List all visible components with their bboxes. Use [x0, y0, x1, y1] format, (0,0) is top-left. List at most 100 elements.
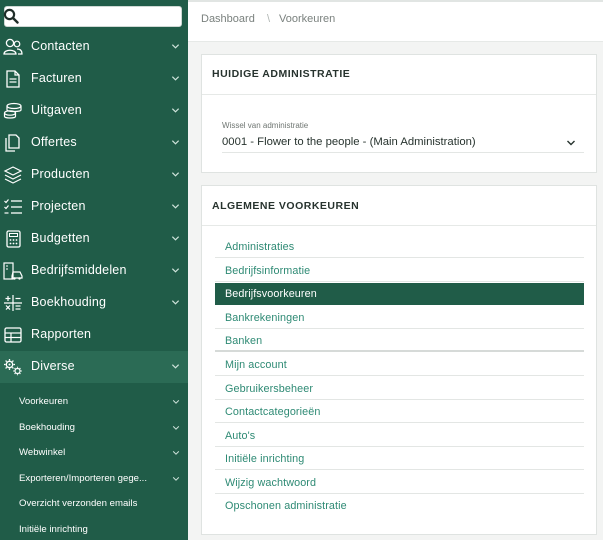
sidebar-item-projecten[interactable]: Projecten — [0, 191, 188, 223]
card-title: ALGEMENE VOORKEUREN — [212, 200, 360, 212]
subitem-overzicht-emails[interactable]: Overzicht verzonden emails — [0, 491, 188, 516]
reports-icon — [4, 327, 22, 343]
pref-label: Banken — [225, 335, 263, 347]
subitem-webwinkel[interactable]: Webwinkel — [0, 440, 188, 465]
sidebar-item-producten[interactable]: Producten — [0, 159, 188, 191]
pref-gebruikersbeheer[interactable]: Gebruikersbeheer — [215, 378, 584, 400]
pref-label: Mijn account — [225, 359, 287, 371]
sidebar-item-uitgaven[interactable]: Uitgaven — [0, 95, 188, 127]
chevron-down-icon — [172, 451, 180, 455]
pref-label: Bedrijfsinformatie — [225, 265, 311, 277]
budget-icon — [6, 230, 21, 248]
chevron-down-icon — [171, 268, 180, 273]
chevron-down-icon — [171, 44, 180, 49]
subitem-label: Initiële inrichting — [19, 524, 88, 535]
pref-banken[interactable]: Banken — [215, 330, 584, 352]
chevron-down-icon — [171, 364, 180, 369]
sidebar-item-contacten[interactable]: Contacten — [0, 31, 188, 63]
pref-initiele-inrichting[interactable]: Initiële inrichting — [215, 448, 584, 470]
chevron-down-icon — [171, 108, 180, 113]
quotes-icon — [5, 134, 20, 152]
subitem-label: Overzicht verzonden emails — [19, 498, 138, 509]
sidebar-item-bedrijfsmiddelen[interactable]: Bedrijfsmiddelen — [0, 255, 188, 287]
sidebar-item-label: Bedrijfsmiddelen — [31, 263, 127, 277]
chevron-down-icon — [567, 140, 575, 146]
subitem-label: Exporteren/Importeren gege... — [19, 473, 147, 484]
pref-autos[interactable]: Auto's — [215, 425, 584, 447]
card-header: ALGEMENE VOORKEUREN — [202, 186, 596, 226]
subitem-label: Voorkeuren — [19, 396, 69, 407]
projects-icon — [4, 199, 22, 214]
sidebar-item-label: Contacten — [31, 39, 90, 53]
pref-mijn-account[interactable]: Mijn account — [215, 354, 584, 376]
subitem-boekhouding[interactable]: Boekhouding — [0, 415, 188, 440]
pref-label: Administraties — [225, 241, 295, 253]
pref-bedrijfsinformatie[interactable]: Bedrijfsinformatie — [215, 260, 584, 282]
pref-bankrekeningen[interactable]: Bankrekeningen — [215, 307, 584, 329]
expenses-icon — [3, 102, 22, 119]
current-administration-card: HUIDIGE ADMINISTRATIE Wissel van adminis… — [201, 54, 597, 173]
sidebar-item-facturen[interactable]: Facturen — [0, 63, 188, 95]
sidebar-item-diverse[interactable]: Diverse — [0, 351, 188, 383]
sidebar-item-label: Projecten — [31, 199, 86, 213]
main-content: Dashboard \ Voorkeuren HUIDIGE ADMINISTR… — [188, 0, 603, 540]
subitem-exporteren-importeren[interactable]: Exporteren/Importeren gege... — [0, 466, 188, 491]
sidebar-item-label: Uitgaven — [31, 103, 82, 117]
general-preferences-card: ALGEMENE VOORKEUREN Administraties Bedri… — [201, 185, 597, 535]
field-label: Wissel van administratie — [222, 121, 309, 130]
sidebar-item-label: Diverse — [31, 359, 75, 373]
sidebar-item-boekhouding[interactable]: Boekhouding — [0, 287, 188, 319]
chevron-down-icon — [171, 140, 180, 145]
invoice-icon — [6, 70, 20, 88]
search-box — [0, 3, 184, 29]
pref-administraties[interactable]: Administraties — [215, 236, 584, 258]
pref-label: Wijzig wachtwoord — [225, 477, 317, 489]
accounting-icon — [4, 295, 22, 311]
pref-bedrijfsvoorkeuren[interactable]: Bedrijfsvoorkeuren — [215, 283, 584, 305]
chevron-down-icon — [172, 400, 180, 404]
breadcrumb-current: Voorkeuren — [279, 13, 336, 25]
card-title: HUIDIGE ADMINISTRATIE — [212, 68, 351, 80]
pref-wijzig-wachtwoord[interactable]: Wijzig wachtwoord — [215, 472, 584, 494]
subitem-label: Boekhouding — [19, 422, 76, 433]
pref-opschonen-administratie[interactable]: Opschonen administratie — [215, 495, 584, 517]
breadcrumb-separator: \ — [267, 13, 271, 25]
breadcrumb-dashboard[interactable]: Dashboard — [201, 13, 255, 25]
administration-select-value: 0001 - Flower to the people - (Main Admi… — [222, 136, 476, 148]
pref-label: Initiële inrichting — [225, 453, 305, 465]
pref-label: Auto's — [225, 430, 256, 442]
gears-icon — [4, 359, 22, 376]
subitem-initiele-inrichting[interactable]: Initiële inrichting — [0, 517, 188, 540]
pref-label: Gebruikersbeheer — [225, 383, 314, 395]
sidebar-item-budgetten[interactable]: Budgetten — [0, 223, 188, 255]
sidebar-item-label: Rapporten — [31, 327, 92, 341]
sidebar-item-offertes[interactable]: Offertes — [0, 127, 188, 159]
chevron-down-icon — [171, 300, 180, 305]
sidebar-item-rapporten[interactable]: Rapporten — [0, 319, 188, 351]
search-icon — [3, 8, 19, 24]
search-input[interactable] — [4, 6, 182, 27]
pref-label: Opschonen administratie — [225, 500, 347, 512]
sidebar: Contacten Facturen Uitgaven Offertes Pro… — [0, 0, 188, 540]
products-icon — [3, 166, 23, 184]
breadcrumb: Dashboard \ Voorkeuren — [188, 0, 603, 42]
sidebar-item-label: Budgetten — [31, 231, 90, 245]
sidebar-item-label: Offertes — [31, 135, 77, 149]
chevron-down-icon — [171, 236, 180, 241]
pref-label: Bankrekeningen — [225, 312, 305, 324]
chevron-down-icon — [172, 426, 180, 430]
sidebar-item-label: Producten — [31, 167, 90, 181]
card-header: HUIDIGE ADMINISTRATIE — [202, 55, 596, 95]
pref-label: Bedrijfsvoorkeuren — [225, 288, 317, 300]
administration-select[interactable]: 0001 - Flower to the people - (Main Admi… — [222, 133, 584, 153]
subitem-label: Webwinkel — [19, 447, 66, 458]
contacts-icon — [3, 38, 23, 55]
chevron-down-icon — [171, 76, 180, 81]
pref-label: Contactcategorieën — [225, 406, 321, 418]
sidebar-item-label: Boekhouding — [31, 295, 107, 309]
pref-contactcategorieen[interactable]: Contactcategorieën — [215, 401, 584, 423]
chevron-down-icon — [171, 204, 180, 209]
chevron-down-icon — [171, 172, 180, 177]
subitem-voorkeuren[interactable]: Voorkeuren — [0, 389, 188, 414]
chevron-down-icon — [172, 477, 180, 481]
